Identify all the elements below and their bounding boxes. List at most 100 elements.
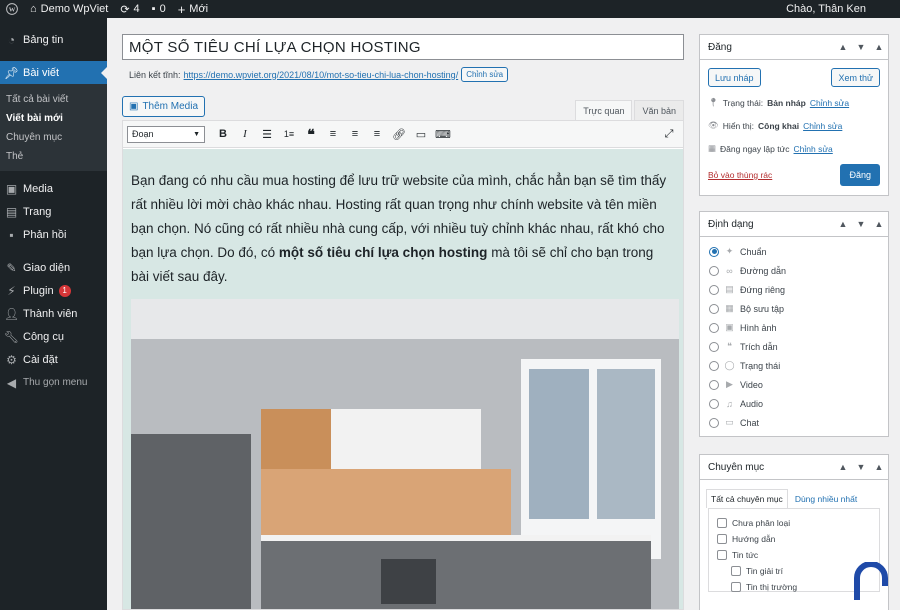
radio[interactable] (709, 265, 719, 276)
read-more-icon[interactable]: ▭ (411, 124, 431, 144)
editor-content[interactable]: Bạn đang có nhu cầu mua hosting để lưu t… (123, 149, 683, 609)
my-account-link[interactable]: Chào, Thân Ken (780, 0, 900, 18)
category-checkbox[interactable] (717, 550, 727, 560)
permalink-edit-button[interactable]: Chỉnh sửa (461, 67, 509, 82)
align-right-icon[interactable]: ≡ (367, 124, 387, 144)
chat-icon: ▭ (725, 417, 734, 427)
comments-link[interactable]: ▪ 0 (146, 0, 172, 18)
status-icon: ◯ (724, 360, 735, 370)
align-left-icon[interactable]: ≡ (323, 124, 343, 144)
permalink-url[interactable]: https://demo.wpviet.org/2021/08/10/mot-s… (184, 70, 459, 80)
radio[interactable] (709, 360, 719, 371)
category-item[interactable]: Hướng dẫn (709, 531, 879, 547)
menu-media[interactable]: ▣ Media (0, 177, 107, 200)
quote-icon: ❝ (727, 341, 732, 351)
edit-visibility-link[interactable]: Chỉnh sửa (803, 121, 842, 131)
format-option-standard[interactable]: ✦ Chuẩn (700, 242, 888, 261)
fullscreen-icon[interactable]: ⤢ (659, 124, 679, 144)
menu-tools[interactable]: 🔧︎ Công cụ (0, 325, 107, 348)
format-box-header: Định dạng ▲ ▼ ▲ (700, 212, 888, 237)
submenu-all-posts[interactable]: Tất cả bài viết (0, 90, 107, 109)
submenu-add-new[interactable]: Viết bài mới (0, 109, 107, 128)
format-option-quote[interactable]: ❝ Trích dẫn (700, 337, 888, 356)
format-option-link[interactable]: ∞ Đường dẫn (700, 261, 888, 280)
category-item[interactable]: Chưa phân loại (709, 515, 879, 531)
move-down-icon[interactable]: ▼ (852, 462, 870, 472)
format-select[interactable]: Đoạn ▼ (127, 125, 205, 143)
submenu-tags[interactable]: Thẻ (0, 147, 107, 166)
wordpress-logo-icon[interactable]: W (0, 0, 24, 18)
category-checkbox[interactable] (731, 566, 741, 576)
move-up-icon[interactable]: ▲ (834, 219, 852, 229)
menu-comments[interactable]: ▪ Phản hồi (0, 223, 107, 246)
kitchen-image[interactable] (131, 299, 679, 609)
menu-pages[interactable]: ▤ Trang (0, 200, 107, 223)
add-media-button[interactable]: ▣ Thêm Media (122, 96, 206, 117)
format-option-status[interactable]: ◯ Trạng thái (700, 356, 888, 375)
format-label: Đứng riêng (740, 284, 786, 295)
move-down-icon[interactable]: ▼ (852, 42, 870, 52)
tab-text[interactable]: Văn bản (634, 100, 684, 120)
radio[interactable] (709, 322, 719, 333)
site-name-link[interactable]: ⌂ Demo WpViet (24, 0, 114, 18)
collapse-menu-button[interactable]: ◀ Thu gọn menu (0, 371, 107, 394)
toolbar-toggle-icon[interactable]: ⌨ (433, 124, 453, 144)
edit-status-link[interactable]: Chỉnh sửa (810, 98, 849, 108)
toggle-panel-icon[interactable]: ▲ (870, 42, 888, 52)
new-content-link[interactable]: + Mới (172, 0, 214, 18)
save-draft-button[interactable]: Lưu nháp (708, 68, 761, 87)
post-title-input[interactable] (122, 34, 684, 60)
comments-count: 0 (159, 3, 166, 15)
category-item[interactable]: Tin tức (709, 547, 879, 563)
format-option-audio[interactable]: ♫ Audio (700, 394, 888, 413)
format-option-aside[interactable]: ▤ Đứng riêng (700, 280, 888, 299)
radio[interactable] (709, 379, 719, 390)
bold-icon[interactable]: B (213, 124, 233, 144)
move-to-trash-link[interactable]: Bỏ vào thùng rác (708, 170, 772, 180)
menu-label: Thu gọn menu (23, 377, 88, 388)
aside-icon: ▤ (725, 284, 734, 294)
tab-visual[interactable]: Trực quan (575, 100, 633, 120)
link-icon: ∞ (726, 265, 733, 276)
settings-icon: ⚙ (6, 352, 17, 367)
format-option-chat[interactable]: ▭ Chat (700, 413, 888, 432)
numbered-list-icon[interactable]: 1≡ (279, 124, 299, 144)
category-checkbox[interactable] (731, 582, 741, 592)
radio-selected[interactable] (709, 246, 719, 257)
toggle-panel-icon[interactable]: ▲ (870, 462, 888, 472)
format-option-image[interactable]: ▣ Hình ảnh (700, 318, 888, 337)
format-option-video[interactable]: ▶ Video (700, 375, 888, 394)
move-down-icon[interactable]: ▼ (852, 219, 870, 229)
menu-appearance[interactable]: ✎ Giao diện (0, 256, 107, 279)
preview-button[interactable]: Xem thử (831, 68, 880, 87)
calendar-icon: ▦ (708, 143, 717, 153)
radio[interactable] (709, 417, 719, 428)
format-label: Chat (740, 417, 760, 428)
updates-link[interactable]: ⟳ 4 (114, 0, 145, 18)
radio[interactable] (709, 284, 719, 295)
move-up-icon[interactable]: ▲ (834, 42, 852, 52)
toggle-panel-icon[interactable]: ▲ (870, 219, 888, 229)
edit-schedule-link[interactable]: Chỉnh sửa (794, 144, 833, 154)
format-option-gallery[interactable]: ▦ Bộ sưu tập (700, 299, 888, 318)
align-center-icon[interactable]: ≡ (345, 124, 365, 144)
category-checkbox[interactable] (717, 534, 727, 544)
radio[interactable] (709, 303, 719, 314)
category-checkbox[interactable] (717, 518, 727, 528)
italic-icon[interactable]: I (235, 124, 255, 144)
menu-users[interactable]: 👤︎ Thành viên (0, 302, 107, 325)
tab-most-used[interactable]: Dùng nhiều nhất (790, 489, 862, 508)
submenu-categories[interactable]: Chuyên mục (0, 128, 107, 147)
move-up-icon[interactable]: ▲ (834, 462, 852, 472)
bullet-list-icon[interactable]: ☰ (257, 124, 277, 144)
blockquote-icon[interactable]: ❝ (301, 124, 321, 144)
menu-plugins[interactable]: ⚡︎ Plugin 1 (0, 279, 107, 302)
tab-all-categories[interactable]: Tất cả chuyên mục (706, 489, 788, 508)
menu-dashboard[interactable]: ◔ Bảng tin (0, 28, 107, 51)
menu-settings[interactable]: ⚙ Cài đặt (0, 348, 107, 371)
link-icon[interactable]: 🔗︎ (389, 124, 409, 144)
radio[interactable] (709, 398, 719, 409)
menu-posts[interactable]: 📌︎ Bài viết (0, 61, 107, 84)
publish-button[interactable]: Đăng (840, 164, 880, 186)
radio[interactable] (709, 341, 719, 352)
